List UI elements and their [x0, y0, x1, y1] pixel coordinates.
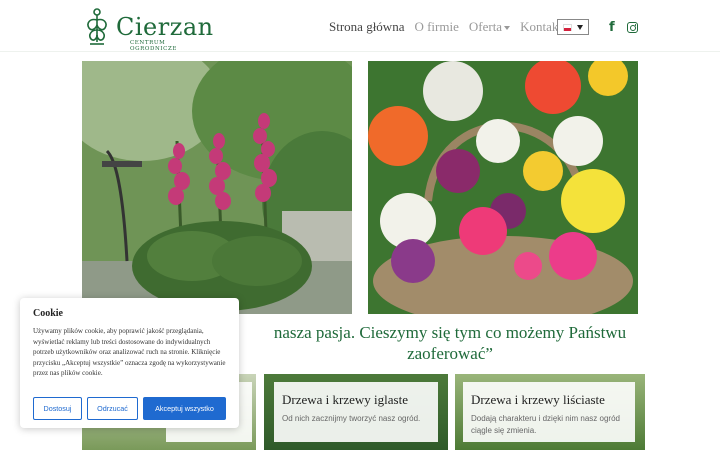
nav-item-offer[interactable]: Oferta — [468, 19, 511, 35]
category-title-deciduous: Drzewa i krzewy liściaste — [471, 392, 605, 407]
nav-item-contact[interactable]: Kontakt — [520, 19, 562, 35]
category-card-conifers: Drzewa i krzewy iglaste Od nich zacznijm… — [274, 382, 438, 442]
main-nav: Strona główna O firmie Oferta Kontakt — [329, 19, 562, 35]
site-header: Cierzan CENTRUM OGRODNICZE Strona główna… — [0, 0, 720, 52]
logo-subtitle: CENTRUM OGRODNICZE — [130, 40, 177, 52]
slogan: nasza pasja. Cieszymy się tym co możemy … — [240, 322, 660, 364]
cookie-title: Cookie — [33, 308, 63, 319]
nav-item-home[interactable]: Strona główna — [329, 19, 404, 35]
polish-flag-icon — [563, 24, 572, 31]
logo[interactable]: Cierzan CENTRUM OGRODNICZE — [82, 6, 214, 52]
accept-all-button[interactable]: Akceptuj wszystko — [143, 397, 226, 420]
cookie-consent-dialog: Cookie Używamy plików cookie, aby popraw… — [20, 298, 239, 428]
category-title-conifers: Drzewa i krzewy iglaste — [282, 392, 408, 407]
foxglove-illustration — [82, 61, 352, 314]
category-tile-conifers[interactable]: Drzewa i krzewy iglaste Od nich zacznijm… — [264, 374, 448, 450]
nav-item-about[interactable]: O firmie — [414, 19, 458, 35]
slogan-line-2: zaoferować” — [407, 344, 493, 363]
logo-flower-icon — [87, 8, 107, 45]
category-desc-deciduous: Dodają charakteru i dzięki nim nasz ogró… — [471, 414, 620, 435]
language-select[interactable] — [557, 19, 589, 35]
facebook-icon[interactable]: f — [609, 21, 615, 34]
category-desc-conifers: Od nich zacznijmy tworzyć nasz ogród. — [282, 414, 421, 423]
reject-button[interactable]: Odrzucać — [87, 397, 138, 420]
instagram-icon[interactable] — [627, 22, 638, 33]
cookie-text: Używamy plików cookie, aby poprawić jako… — [33, 327, 226, 377]
dropdown-arrow-icon — [577, 25, 583, 30]
slogan-line-1: nasza pasja. Cieszymy się tym co możemy … — [273, 323, 627, 342]
category-tile-deciduous[interactable]: Drzewa i krzewy liściaste Dodają charakt… — [455, 374, 645, 450]
nav-item-offer-label: Oferta — [468, 19, 503, 34]
customize-button[interactable]: Dostosuj — [33, 397, 82, 420]
chevron-down-icon — [504, 26, 511, 31]
category-card-deciduous: Drzewa i krzewy liściaste Dodają charakt… — [463, 382, 635, 442]
logo-name: Cierzan — [116, 13, 214, 41]
ranunculus-illustration — [368, 61, 638, 314]
foxglove-photo — [82, 61, 352, 314]
ranunculus-photo — [368, 61, 638, 314]
